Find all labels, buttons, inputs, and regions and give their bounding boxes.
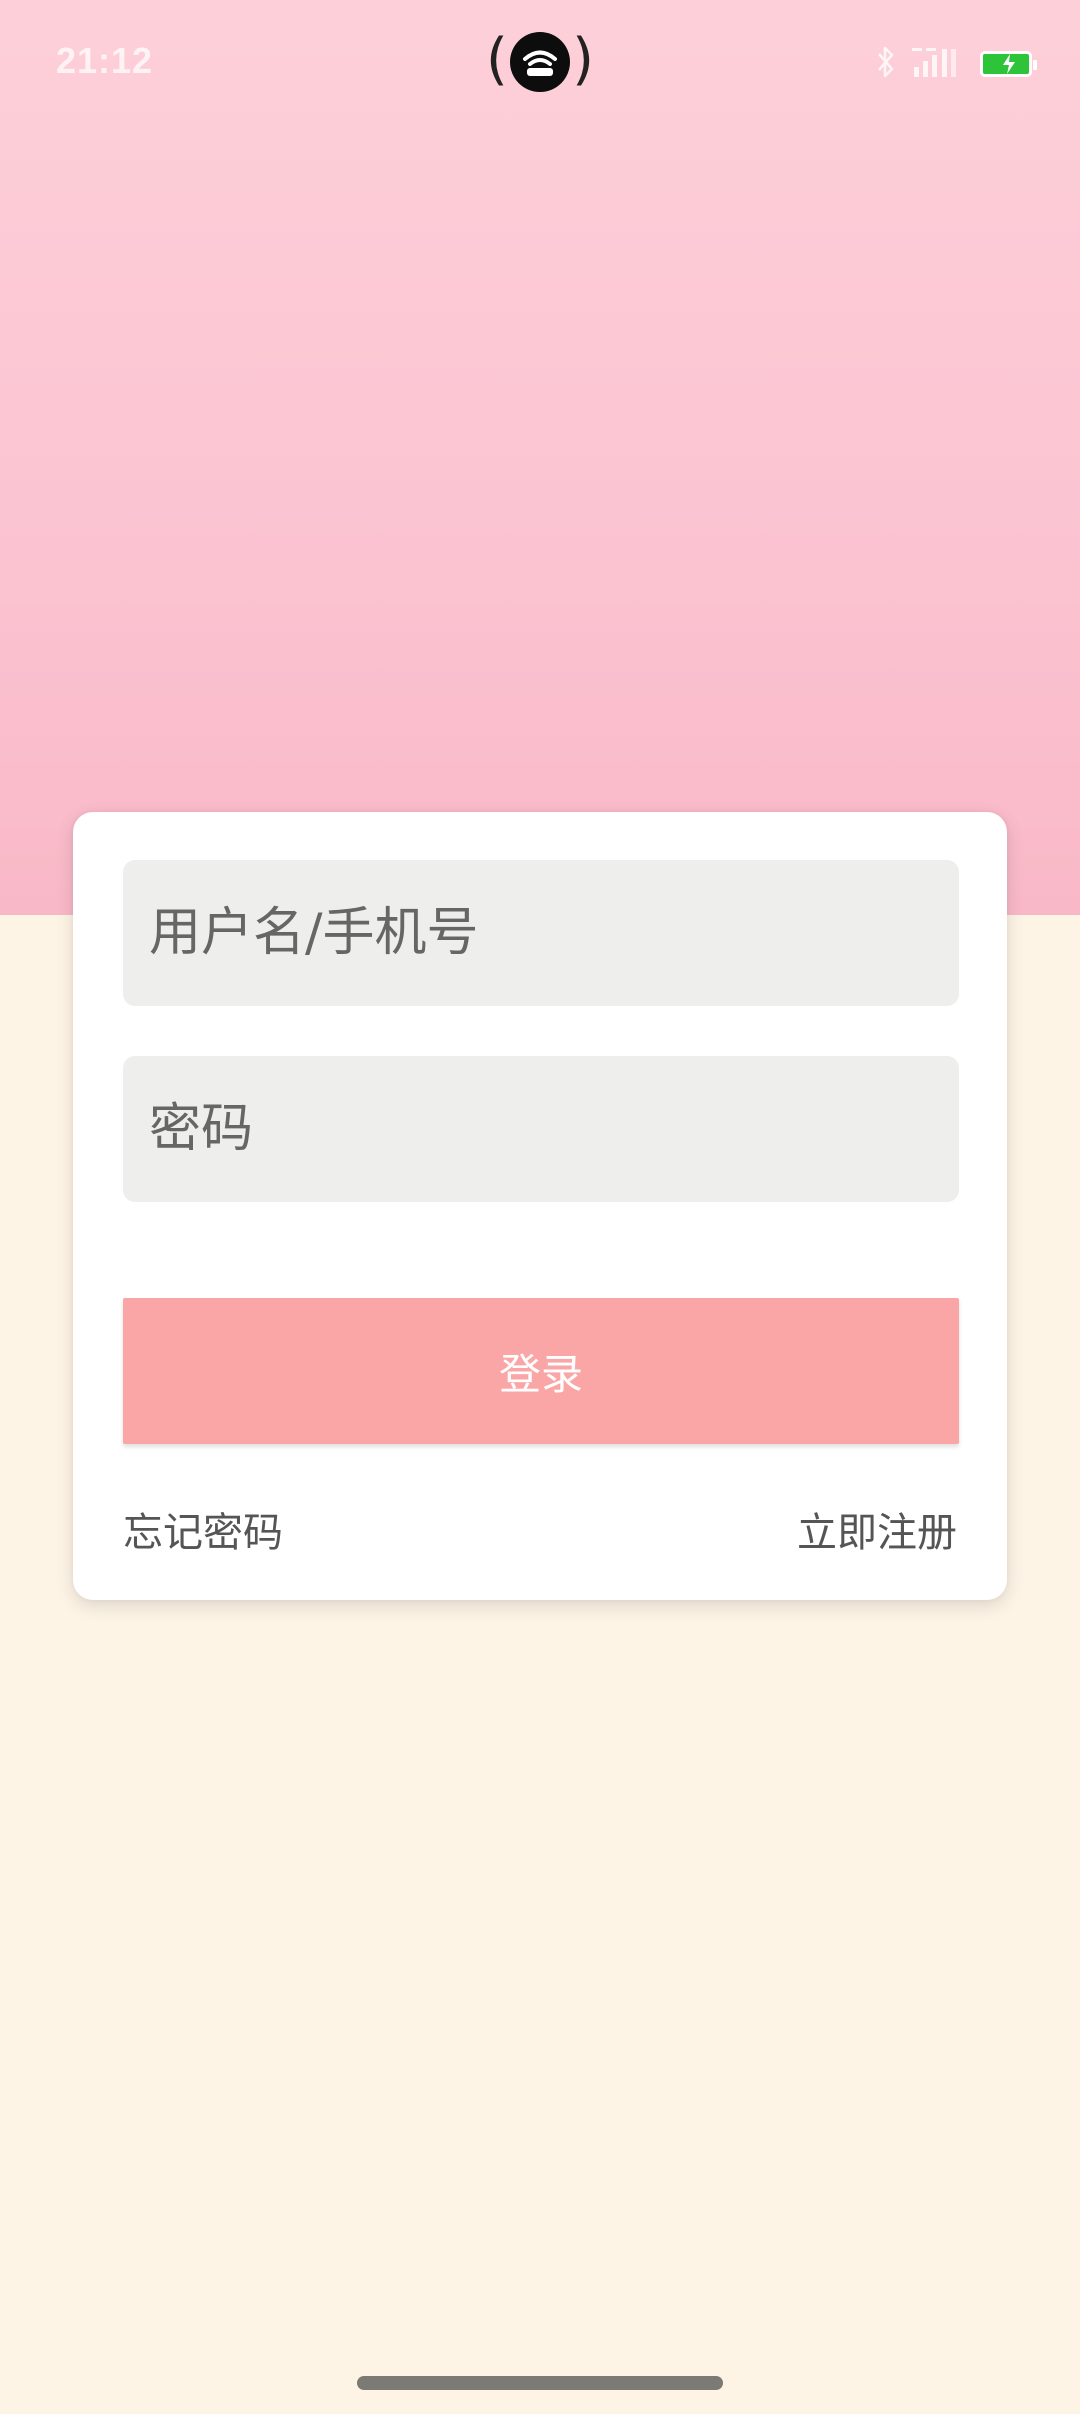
- login-button[interactable]: 登录: [123, 1298, 959, 1444]
- bluetooth-icon: [876, 45, 896, 83]
- home-indicator[interactable]: [357, 2376, 723, 2390]
- battery-charging-icon: [980, 51, 1037, 77]
- login-card: 登录 忘记密码 立即注册: [73, 812, 1007, 1600]
- header-background: [0, 0, 1080, 915]
- password-input[interactable]: [123, 1056, 959, 1202]
- hotspot-left-bracket: (: [486, 27, 508, 92]
- charging-bolt-icon: [1003, 54, 1015, 74]
- hotspot-icon: [510, 32, 570, 92]
- status-time: 21:12: [56, 40, 154, 81]
- forgot-password-link[interactable]: 忘记密码: [123, 1500, 283, 1558]
- status-bar: 21:12 ( ): [0, 0, 1080, 130]
- signal-icon: [908, 45, 968, 83]
- hotspot-indicator: ( ): [486, 28, 594, 100]
- status-icons: [876, 44, 1037, 84]
- username-input[interactable]: [123, 860, 959, 1006]
- hotspot-right-bracket: ): [572, 27, 594, 92]
- register-link[interactable]: 立即注册: [797, 1500, 957, 1558]
